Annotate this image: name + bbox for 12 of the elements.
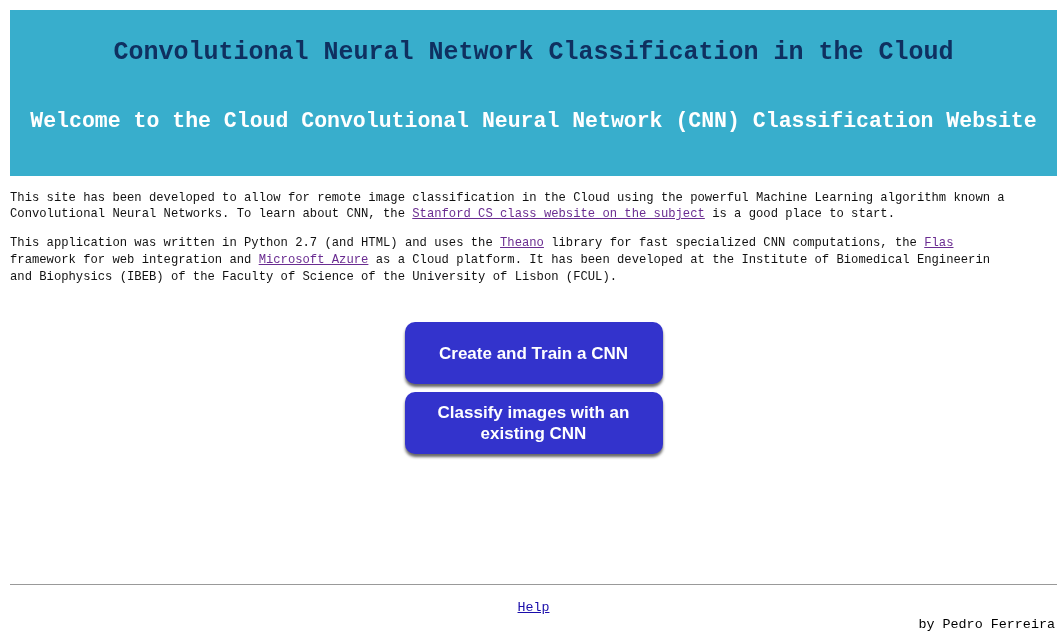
help-link[interactable]: Help	[517, 600, 550, 615]
classify-button[interactable]: Classify images with an existing CNN	[404, 392, 663, 454]
welcome-heading: Welcome to the Cloud Convolutional Neural Network (CNN) Classification Website	[30, 109, 1037, 133]
paragraph: This site has been developed to allow for remote image classification in the Cloud using the powerful Machine Learning algorithm known a Convolutional Neural Networks. To learn about CNN, the Stanford CS class website on the subject is a good place to start.	[10, 190, 1006, 222]
paragraph: This application was written in Python 2.7 (and HTML) and uses the Theano library for fast specialized CNN computations, the Flas framework for web integration and Microsoft Azure as a Cloud platform. It has been developed at the Institute of Biomedical Engineerin and Biophysics (IBEB) of the Faculty of Science of the University of Lisbon (FCUL).	[10, 235, 992, 286]
link[interactable]: Microsoft Azure	[258, 253, 369, 267]
page-title: Convolutional Neural Network Classification in the Cloud	[113, 38, 954, 67]
link[interactable]: Theano	[500, 236, 544, 250]
link[interactable]: Flas	[924, 236, 954, 250]
link[interactable]: Stanford CS class website on the subject	[412, 207, 705, 221]
author-credit: by Pedro Ferreira	[918, 617, 1055, 632]
create-train-button[interactable]: Create and Train a CNN	[404, 322, 663, 384]
